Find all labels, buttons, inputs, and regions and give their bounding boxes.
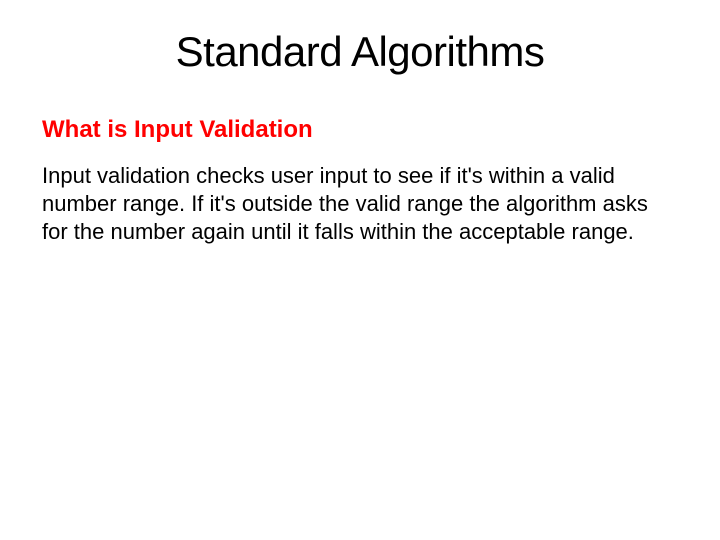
section-heading: What is Input Validation (0, 76, 720, 144)
slide-title: Standard Algorithms (0, 0, 720, 76)
body-paragraph: Input validation checks user input to se… (0, 144, 720, 246)
